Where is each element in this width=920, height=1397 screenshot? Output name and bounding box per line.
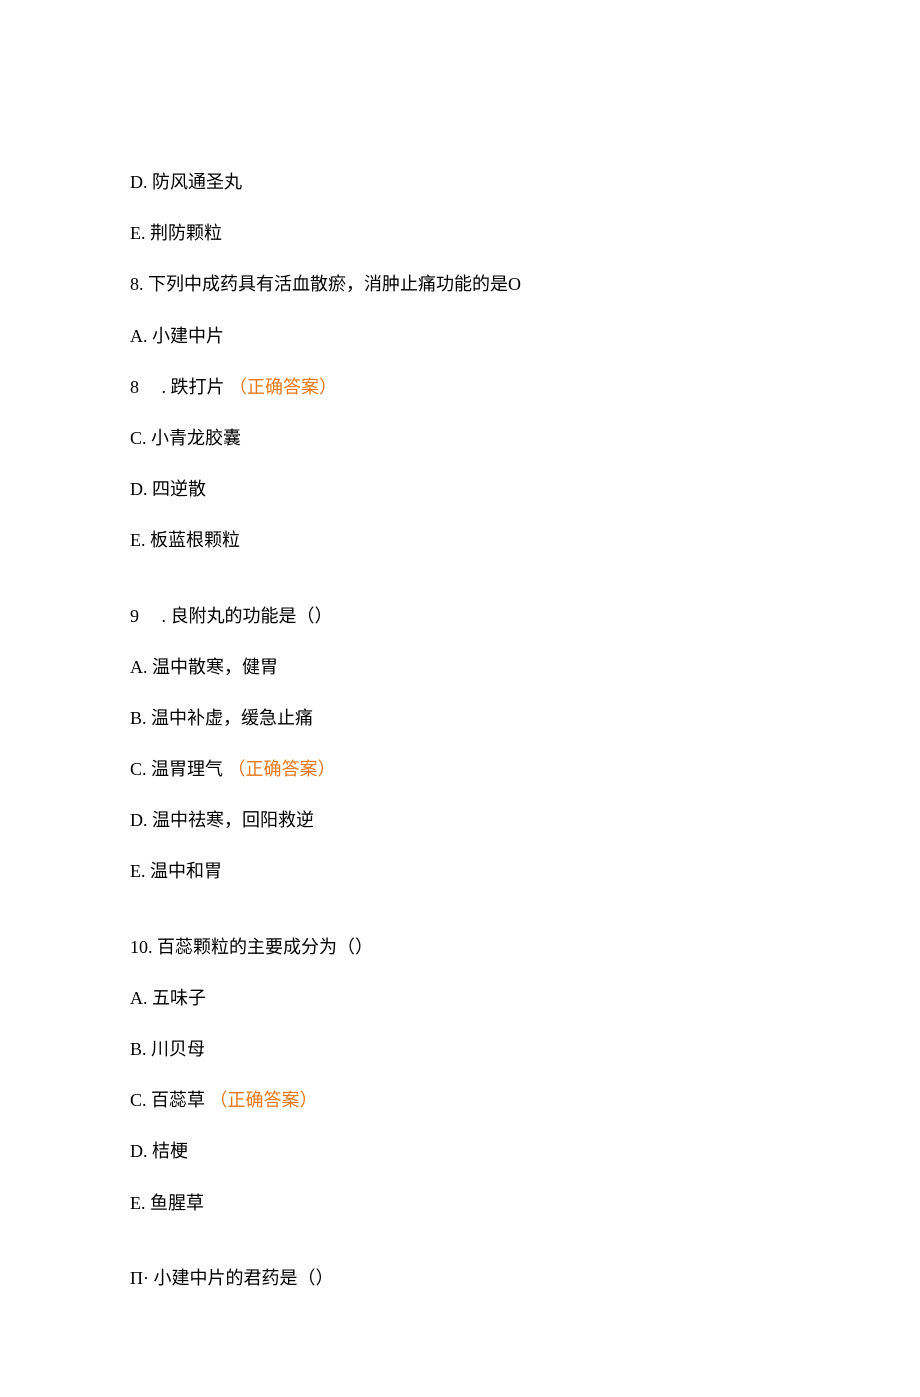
question-text: 良附丸的功能是（） <box>171 606 333 626</box>
option-label: D. <box>130 1141 148 1161</box>
option-b: B. 川贝母 <box>130 1037 790 1062</box>
option-label: A. <box>130 988 148 1008</box>
option-label: D. <box>130 810 148 830</box>
option-text: 四逆散 <box>152 479 206 499</box>
correct-answer-marker: （正确答案） <box>210 1090 318 1110</box>
question-9: 9 . 良附丸的功能是（） <box>130 604 790 629</box>
option-label: C. <box>130 759 147 779</box>
option-label: E. <box>130 861 146 881</box>
option-e: E. 鱼腥草 <box>130 1191 790 1216</box>
option-d: D. 四逆散 <box>130 477 790 502</box>
option-e: E. 荆防颗粒 <box>130 221 790 246</box>
option-text: 温中和胃 <box>150 861 222 881</box>
option-text: 小青龙胶囊 <box>151 428 241 448</box>
option-text: 温中散寒，健胃 <box>152 657 278 677</box>
option-label: C. <box>130 428 147 448</box>
question-10: 10. 百蕊颗粒的主要成分为（） <box>130 935 790 960</box>
question-number: 10. <box>130 937 153 957</box>
correct-answer-marker: （正确答案） <box>228 759 336 779</box>
option-text: 板蓝根颗粒 <box>150 530 240 550</box>
option-text: 温胃理气 <box>151 759 223 779</box>
question-text: 下列中成药具有活血散瘀，消肿止痛功能的是O <box>148 274 521 294</box>
option-label: D. <box>130 479 148 499</box>
option-text: 鱼腥草 <box>150 1193 204 1213</box>
option-text: 跌打片 <box>171 377 225 397</box>
option-text: 温中祛寒，回阳救逆 <box>152 810 314 830</box>
option-label: E. <box>130 1193 146 1213</box>
question-number: Π· <box>130 1268 149 1288</box>
option-d: D. 桔梗 <box>130 1139 790 1164</box>
option-label: E. <box>130 530 146 550</box>
option-label: A. <box>130 657 148 677</box>
option-text: 荆防颗粒 <box>150 223 222 243</box>
option-label: E. <box>130 223 146 243</box>
option-label: B. <box>130 708 147 728</box>
option-c: C. 小青龙胶囊 <box>130 426 790 451</box>
option-text: 桔梗 <box>152 1141 188 1161</box>
option-a: A. 五味子 <box>130 986 790 1011</box>
option-e: E. 板蓝根颗粒 <box>130 528 790 553</box>
option-text: 温中补虚，缓急止痛 <box>151 708 313 728</box>
option-c: C. 温胃理气 （正确答案） <box>130 757 790 782</box>
option-a: A. 温中散寒，健胃 <box>130 655 790 680</box>
correct-answer-marker: （正确答案） <box>229 377 337 397</box>
question-number: 8. <box>130 274 144 294</box>
option-dot: . <box>157 377 166 397</box>
option-label: 8 <box>130 377 139 397</box>
option-label: C. <box>130 1090 147 1110</box>
option-d: D. 防风通圣丸 <box>130 170 790 195</box>
option-label: A. <box>130 326 148 346</box>
option-text: 小建中片 <box>152 326 224 346</box>
option-label: D. <box>130 172 148 192</box>
option-c: C. 百蕊草 （正确答案） <box>130 1088 790 1113</box>
option-d: D. 温中祛寒，回阳救逆 <box>130 808 790 833</box>
question-8: 8. 下列中成药具有活血散瘀，消肿止痛功能的是O <box>130 272 790 297</box>
option-e: E. 温中和胃 <box>130 859 790 884</box>
option-label: B. <box>130 1039 147 1059</box>
option-text: 防风通圣丸 <box>152 172 242 192</box>
option-a: A. 小建中片 <box>130 324 790 349</box>
question-11: Π· 小建中片的君药是（） <box>130 1266 790 1291</box>
question-dot: . <box>157 606 166 626</box>
option-b: B. 温中补虚，缓急止痛 <box>130 706 790 731</box>
option-b: 8 . 跌打片 （正确答案） <box>130 375 790 400</box>
question-number: 9 <box>130 606 139 626</box>
question-text: 小建中片的君药是（） <box>154 1268 334 1288</box>
option-text: 五味子 <box>152 988 206 1008</box>
question-text: 百蕊颗粒的主要成分为（） <box>157 937 373 957</box>
option-text: 川贝母 <box>151 1039 205 1059</box>
option-text: 百蕊草 <box>151 1090 205 1110</box>
